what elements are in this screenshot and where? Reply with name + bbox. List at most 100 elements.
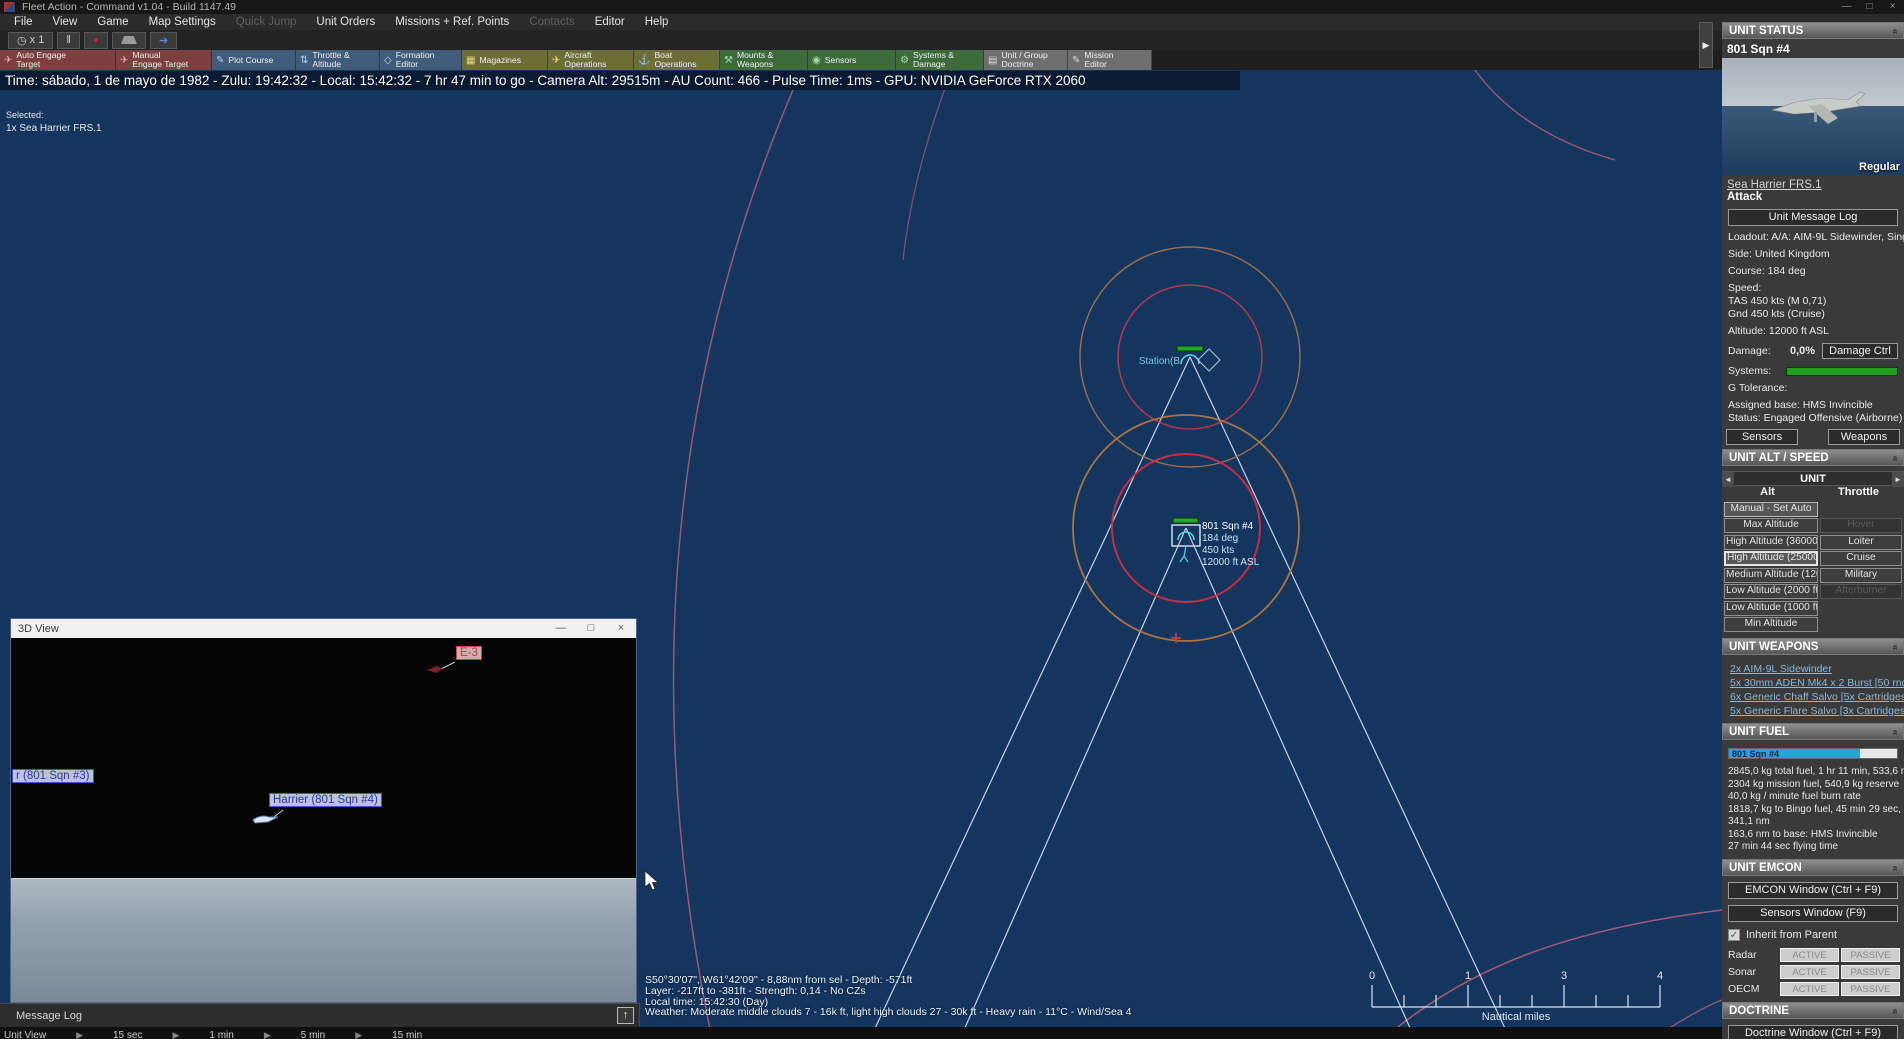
station-label[interactable]: Station(B [1098,356,1180,367]
collapse-chevron-icon[interactable]: » [1887,730,1904,736]
inherit-checkbox[interactable]: ✓ [1728,929,1740,941]
message-log-bar[interactable]: Message Log ↑ [0,1003,640,1027]
systems-damage-button[interactable]: ⚙ Systems & Damage [896,50,984,70]
tab-5-min[interactable]: 5 min [301,1030,325,1039]
tab-1-min[interactable]: 1 min [209,1030,233,1039]
throttle-military-button[interactable]: Military [1820,568,1902,583]
contact-label-e3[interactable]: E-3 [456,646,482,660]
unit-emcon-header[interactable]: UNIT EMCON » [1722,859,1904,876]
menu-map-settings[interactable]: Map Settings [139,14,226,30]
max-altitude-button[interactable]: Max Altitude [1724,518,1818,533]
throttle-icon: ⇅ [300,55,308,66]
low-altitude-2000-button[interactable]: Low Altitude (2000 ft) [1724,584,1818,599]
sidebar-collapse-button[interactable]: ▶ [1699,22,1713,68]
collapse-chevron-icon[interactable]: » [1887,645,1904,651]
radar-passive-button[interactable]: PASSIVE [1841,948,1900,962]
menu-editor[interactable]: Editor [585,14,635,30]
jump-button[interactable]: ➔ [150,32,177,49]
low-altitude-1000-button[interactable]: Low Altitude (1000 ft) [1724,601,1818,616]
collapse-chevron-icon[interactable]: » [1887,865,1904,871]
sensors-button[interactable]: ◉ Sensors [808,50,896,70]
menu-help[interactable]: Help [635,14,679,30]
close-icon[interactable]: × [1881,0,1904,14]
sonar-passive-button[interactable]: PASSIVE [1841,965,1900,979]
selected-unit-datablock[interactable]: 801 Sqn #4 184 deg 450 kts 12000 ft ASL [1202,521,1259,569]
aircraft-operations-button[interactable]: ✈ Aircraft Operations [548,50,634,70]
close-icon[interactable]: × [606,619,636,638]
3d-view-titlebar[interactable]: 3D View — □ × [11,619,636,638]
formation-editor-button[interactable]: ◇ Formation Editor [380,50,462,70]
prev-unit-icon[interactable]: ◄ [1722,472,1734,487]
manual-set-auto-button[interactable]: Manual - Set Auto [1724,502,1818,517]
unit-message-log-button[interactable]: Unit Message Log [1728,209,1898,226]
play-icon: ▶ [355,1030,362,1039]
maximize-icon[interactable]: □ [1858,0,1881,14]
aircraft-icon: ✈ [552,55,560,66]
doctrine-window-button[interactable]: Doctrine Window (Ctrl + F9) [1728,1025,1898,1039]
course-text: Course: 184 deg [1728,265,1904,277]
sonar-active-button[interactable]: ACTIVE [1780,965,1839,979]
collapse-chevron-icon[interactable]: » [1887,1008,1904,1014]
menu-missions-ref-points[interactable]: Missions + Ref. Points [385,14,519,30]
sensors-detail-button[interactable]: Sensors [1726,429,1798,445]
maximize-icon[interactable]: □ [576,619,606,638]
weapon-link[interactable]: 5x Generic Flare Salvo [3x Cartridges, S… [1730,705,1904,717]
min-altitude-button[interactable]: Min Altitude [1724,617,1818,632]
unit-status-text: Status: Engaged Offensive (Airborne) [1728,412,1904,424]
magazines-button[interactable]: ▦ Magazines [462,50,548,70]
minimize-icon[interactable]: — [1835,0,1858,14]
collapse-chevron-icon[interactable]: » [1887,456,1904,462]
boat-operations-button[interactable]: ⚓ Boat Operations [634,50,720,70]
tab-15-sec[interactable]: 15 sec [113,1030,142,1039]
doctrine-header[interactable]: DOCTRINE » [1722,1002,1904,1019]
fuel-line: 341,1 nm [1728,816,1904,828]
time-speed-button[interactable]: ◷ x 1 [8,32,53,49]
expand-log-icon[interactable]: ↑ [617,1007,634,1024]
tab-unit-view[interactable]: Unit View [4,1030,46,1039]
weapon-link[interactable]: 5x 30mm ADEN Mk4 x 2 Burst [50 rnds] [1730,677,1904,689]
record-button[interactable]: ● [84,32,108,49]
oecm-passive-button[interactable]: PASSIVE [1841,982,1900,996]
3d-view-canvas[interactable]: E-3 r (801 Sqn #3) Harrier (801 Sqn #4) [11,638,636,878]
plot-course-button[interactable]: ✎ Plot Course [212,50,296,70]
unit-type-link[interactable]: Sea Harrier FRS.1 [1727,179,1904,191]
weapon-link[interactable]: 6x Generic Chaff Salvo [5x Cartridges] [1730,691,1904,703]
3d-view-window[interactable]: 3D View — □ × E-3 r (801 Sqn #3) Harrier… [10,618,637,1003]
weapon-link[interactable]: 2x AIM-9L Sidewinder [1730,663,1904,675]
high-altitude-25000-button[interactable]: High Altitude (25000 ft) [1724,551,1818,566]
title-bar: Fleet Action - Command v1.04 - Build 114… [0,0,1904,14]
sensors-window-button[interactable]: Sensors Window (F9) [1728,905,1898,922]
weapons-detail-button[interactable]: Weapons [1828,429,1900,445]
throttle-loiter-button[interactable]: Loiter [1820,535,1902,550]
collapse-chevron-icon[interactable]: » [1887,29,1904,35]
high-altitude-36000-button[interactable]: High Altitude (36000 ft) [1724,535,1818,550]
camera-button[interactable] [112,32,146,49]
oecm-active-button[interactable]: ACTIVE [1780,982,1839,996]
menu-game[interactable]: Game [87,14,138,30]
tab-15-min[interactable]: 15 min [392,1030,422,1039]
menu-file[interactable]: File [4,14,43,30]
mounts-weapons-button[interactable]: ⚒ Mounts & Weapons [720,50,808,70]
menu-view[interactable]: View [43,14,88,30]
radar-active-button[interactable]: ACTIVE [1780,948,1839,962]
unit-label-sqn4[interactable]: Harrier (801 Sqn #4) [269,793,382,807]
emcon-window-button[interactable]: EMCON Window (Ctrl + F9) [1728,882,1898,899]
auto-engage-target-button[interactable]: ✈ Auto Engage Target [0,50,116,70]
menu-unit-orders[interactable]: Unit Orders [306,14,385,30]
unit-alt-speed-header[interactable]: UNIT ALT / SPEED » [1722,449,1904,466]
throttle-altitude-button[interactable]: ⇅ Throttle & Altitude [296,50,380,70]
damage-label: Damage: [1728,345,1790,357]
throttle-cruise-button[interactable]: Cruise [1820,551,1902,566]
unit-status-header[interactable]: UNIT STATUS » [1722,22,1904,39]
unit-label-sqn3[interactable]: r (801 Sqn #3) [12,769,94,783]
unit-weapons-header[interactable]: UNIT WEAPONS » [1722,638,1904,655]
unit-fuel-header[interactable]: UNIT FUEL » [1722,723,1904,740]
next-unit-icon[interactable]: ► [1892,472,1904,487]
mission-editor-button[interactable]: ✎ Mission Editor [1068,50,1152,70]
manual-engage-target-button[interactable]: ✈ Manual Engage Target [116,50,212,70]
medium-altitude-button[interactable]: Medium Altitude (12000 ft) [1724,568,1818,583]
minimize-icon[interactable]: — [546,619,576,638]
unit-group-doctrine-button[interactable]: ▤ Unit / Group Doctrine [984,50,1068,70]
damage-ctrl-button[interactable]: Damage Ctrl [1822,343,1898,359]
pause-button[interactable]: ‖ [57,32,80,49]
